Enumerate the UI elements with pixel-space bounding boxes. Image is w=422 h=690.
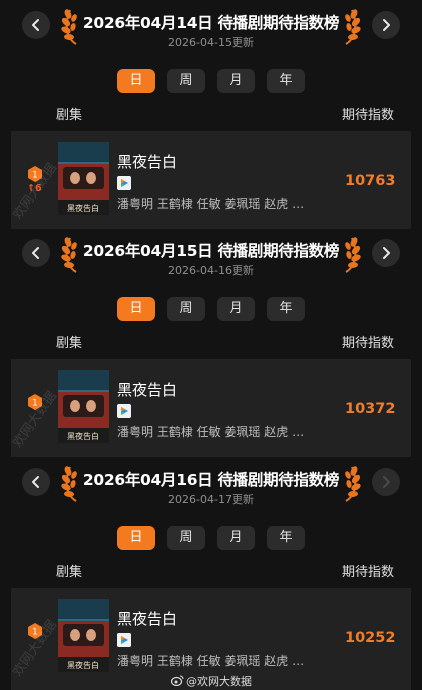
column-header-drama: 剧集 <box>56 565 83 580</box>
update-date: 2026-04-16更新 <box>168 264 254 277</box>
chevron-right-icon <box>383 19 390 31</box>
laurel-wreath-icon <box>61 237 77 273</box>
ranking-section: 2026年04月14日 待播剧期待指数榜 2026-04-15更新 日 周 月 … <box>0 0 422 229</box>
tab-year[interactable]: 年 <box>267 526 305 550</box>
weibo-attribution: @欢网大数据 <box>171 673 252 689</box>
drama-cast: 潘粤明 王鹤棣 任敏 姜珮瑶 赵虎 … <box>117 425 305 439</box>
laurel-wreath-icon <box>61 466 77 502</box>
period-tabs: 日 周 月 年 <box>0 526 422 550</box>
tab-week[interactable]: 周 <box>167 69 205 93</box>
update-date: 2026-04-15更新 <box>168 36 254 49</box>
drama-name: 黑夜告白 <box>117 610 178 628</box>
expectation-score: 10252 <box>345 630 396 646</box>
ranking-section: 2026年04月15日 待播剧期待指数榜 2026-04-16更新 日 周 月 … <box>0 228 422 457</box>
drama-name: 黑夜告白 <box>117 153 178 171</box>
rank-medal-icon: 1 <box>28 394 42 410</box>
drama-name: 黑夜告白 <box>117 381 178 399</box>
tab-week[interactable]: 周 <box>167 526 205 550</box>
tab-year[interactable]: 年 <box>267 297 305 321</box>
update-date: 2026-04-17更新 <box>168 493 254 506</box>
prev-day-button[interactable] <box>22 239 50 267</box>
poster-title: 黑夜告白 <box>67 203 99 213</box>
drama-cast: 潘粤明 王鹤棣 任敏 姜珮瑶 赵虎 … <box>117 197 305 211</box>
prev-day-button[interactable] <box>22 11 50 39</box>
platform-icon <box>117 404 131 418</box>
chevron-left-icon <box>32 19 39 31</box>
laurel-wreath-icon <box>61 9 77 45</box>
drama-poster[interactable]: 黑夜告白 <box>58 142 109 215</box>
drama-row[interactable]: 1 黑夜告白 黑夜告白 潘粤明 王鹤棣 任敏 姜珮瑶 赵虎 … 10372 欢网… <box>10 359 411 457</box>
next-day-button[interactable] <box>372 239 400 267</box>
tab-month[interactable]: 月 <box>217 526 255 550</box>
laurel-wreath-icon <box>345 237 361 273</box>
chevron-right-icon <box>383 476 390 488</box>
chevron-left-icon <box>32 247 39 259</box>
column-header-index: 期待指数 <box>342 336 395 351</box>
column-header-drama: 剧集 <box>56 108 83 123</box>
expectation-score: 10372 <box>345 401 396 417</box>
column-header-index: 期待指数 <box>342 108 395 123</box>
poster-title: 黑夜告白 <box>67 431 99 441</box>
rank-change: ↑6 <box>27 183 42 194</box>
tab-day[interactable]: 日 <box>117 297 155 321</box>
drama-cast: 潘粤明 王鹤棣 任敏 姜珮瑶 赵虎 … <box>117 654 305 668</box>
ranking-header: 2026年04月15日 待播剧期待指数榜 2026-04-16更新 <box>0 228 422 288</box>
laurel-wreath-icon <box>345 466 361 502</box>
chevron-left-icon <box>32 476 39 488</box>
drama-row[interactable]: 1 ↑6 黑夜告白 黑夜告白 潘粤明 王鹤棣 任敏 姜珮瑶 赵虎 … 10763… <box>10 131 411 229</box>
rank-medal-icon: 1 <box>28 623 42 639</box>
ranking-header: 2026年04月16日 待播剧期待指数榜 2026-04-17更新 <box>0 457 422 517</box>
platform-icon <box>117 633 131 647</box>
column-header-index: 期待指数 <box>342 565 395 580</box>
drama-poster[interactable]: 黑夜告白 <box>58 370 109 443</box>
tab-month[interactable]: 月 <box>217 69 255 93</box>
rank-number: 1 <box>32 628 37 638</box>
chevron-right-icon <box>383 247 390 259</box>
expectation-score: 10763 <box>345 173 396 189</box>
next-day-button[interactable] <box>372 11 400 39</box>
tab-day[interactable]: 日 <box>117 526 155 550</box>
column-header-drama: 剧集 <box>56 336 83 351</box>
tab-week[interactable]: 周 <box>167 297 205 321</box>
rank-medal-icon: 1 <box>28 166 42 182</box>
ranking-header: 2026年04月14日 待播剧期待指数榜 2026-04-15更新 <box>0 0 422 60</box>
ranking-title: 2026年04月14日 待播剧期待指数榜 <box>82 14 340 32</box>
rank-number: 1 <box>32 399 37 409</box>
tab-year[interactable]: 年 <box>267 69 305 93</box>
poster-title: 黑夜告白 <box>67 660 99 670</box>
laurel-wreath-icon <box>345 9 361 45</box>
drama-poster[interactable]: 黑夜告白 <box>58 599 109 672</box>
ranking-title: 2026年04月16日 待播剧期待指数榜 <box>82 471 340 489</box>
period-tabs: 日 周 月 年 <box>0 69 422 93</box>
tab-month[interactable]: 月 <box>217 297 255 321</box>
ranking-title: 2026年04月15日 待播剧期待指数榜 <box>82 242 340 260</box>
period-tabs: 日 周 月 年 <box>0 297 422 321</box>
weibo-icon <box>171 675 184 686</box>
weibo-handle: @欢网大数据 <box>186 675 252 688</box>
next-day-button[interactable] <box>372 468 400 496</box>
tab-day[interactable]: 日 <box>117 69 155 93</box>
ranking-section: 2026年04月16日 待播剧期待指数榜 2026-04-17更新 日 周 月 … <box>0 457 422 690</box>
platform-icon <box>117 176 131 190</box>
rank-number: 1 <box>32 171 37 181</box>
prev-day-button[interactable] <box>22 468 50 496</box>
